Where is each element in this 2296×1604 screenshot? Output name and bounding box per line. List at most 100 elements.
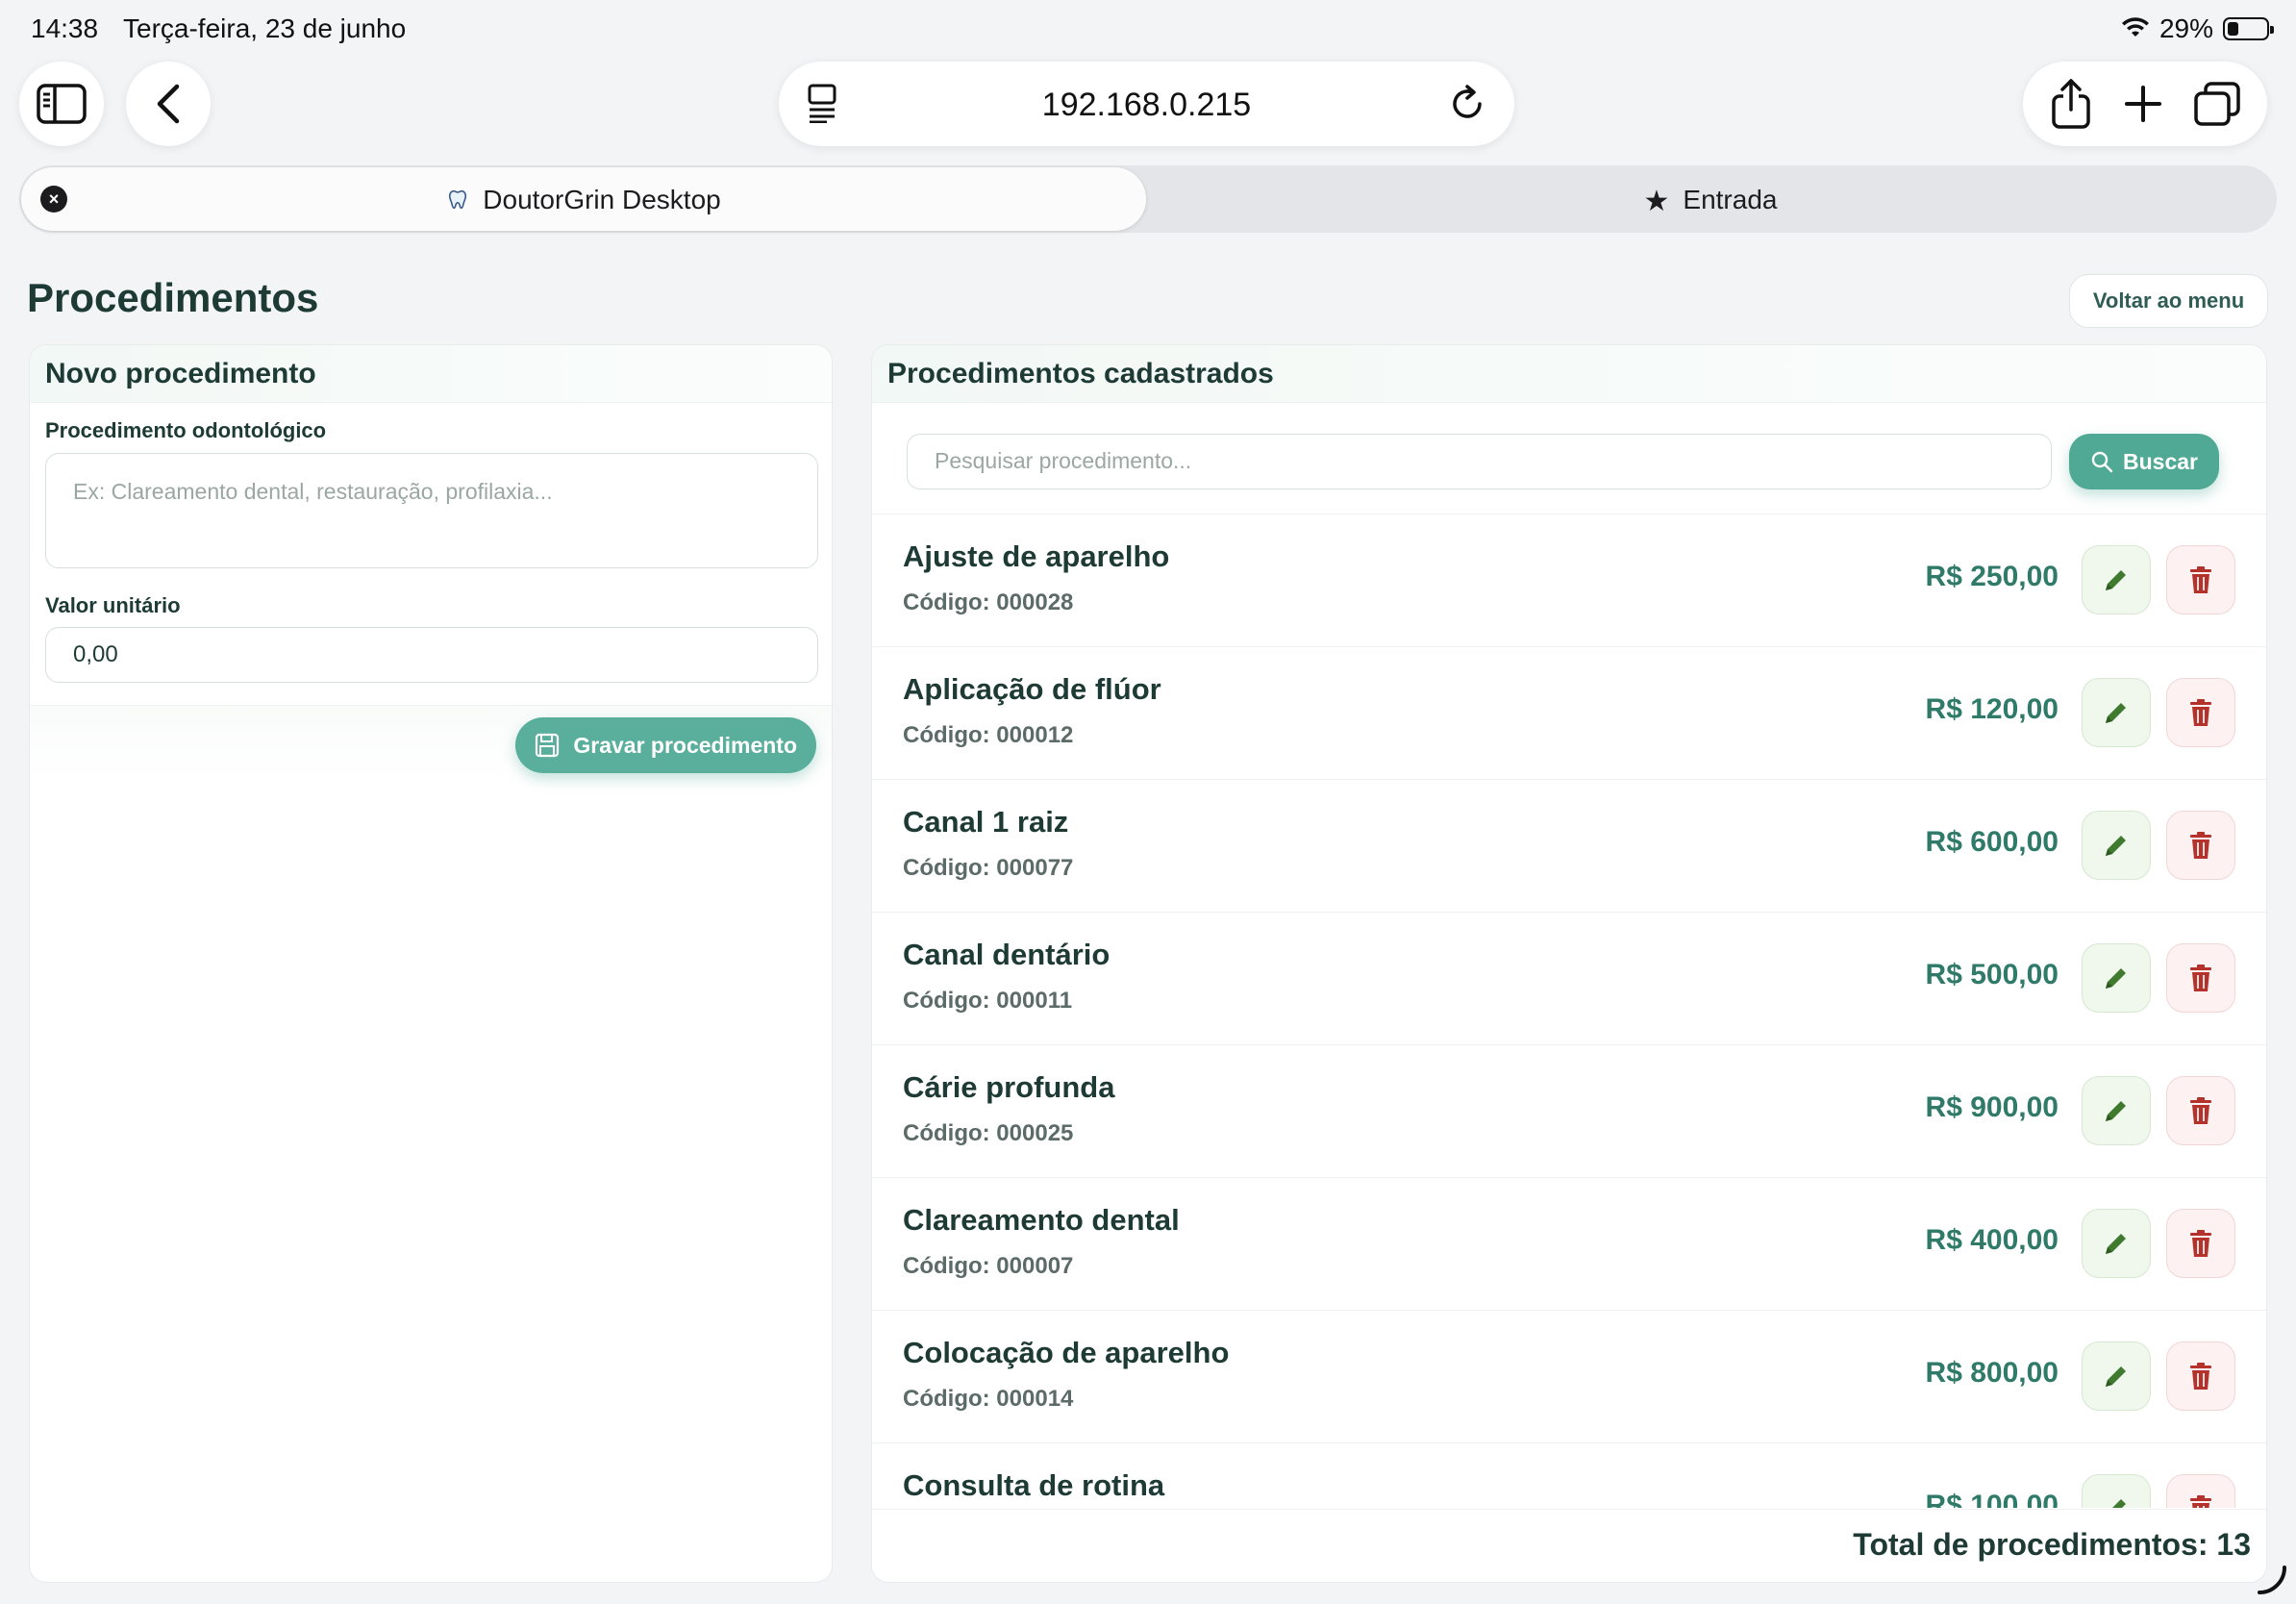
trash-icon (2190, 1230, 2211, 1257)
procedure-name: Clareamento dental (903, 1203, 1180, 1237)
search-row: Pesquisar procedimento... Buscar (872, 405, 2266, 514)
pencil-icon (2106, 1234, 2126, 1254)
delete-button[interactable] (2166, 678, 2235, 747)
procedure-row: Colocação de aparelho Código: 000014 R$ 80… (872, 1311, 2266, 1443)
value-label: Valor unitário (45, 593, 181, 617)
plus-icon[interactable] (2124, 85, 2162, 123)
procedure-name: Aplicação de flúor (903, 672, 1161, 706)
sidebar-button[interactable] (19, 62, 104, 146)
floppy-icon (536, 733, 560, 758)
procedure-price: R$ 600,00 (1925, 826, 2059, 858)
edit-button[interactable] (2082, 1474, 2151, 1508)
url-text: 192.168.0.215 (1041, 87, 1252, 123)
card-header: Novo procedimento (30, 345, 832, 403)
procedure-label: Procedimento odontológico (45, 418, 327, 442)
search-label: Buscar (2123, 448, 2198, 474)
delete-button[interactable] (2166, 1076, 2235, 1145)
save-label: Gravar procedimento (573, 732, 797, 758)
procedure-price: R$ 250,00 (1925, 561, 2059, 592)
tabs-icon[interactable] (2193, 82, 2240, 126)
battery-percent: 29% (2159, 13, 2213, 43)
trash-icon (2190, 832, 2211, 859)
back-button[interactable] (126, 62, 211, 146)
browser-actions (2023, 62, 2267, 146)
tooth-favicon-icon (449, 189, 467, 210)
trash-icon (2190, 1495, 2211, 1508)
form-footer: Gravar procedimento (30, 705, 832, 782)
procedure-row: Canal 1 raiz Código: 000077 R$ 600,00 (872, 780, 2266, 913)
pencil-icon (2106, 570, 2126, 590)
procedure-name: Colocação de aparelho (903, 1336, 1230, 1369)
procedure-row: Aplicação de flúor Código: 000012 R$ 120,0… (872, 647, 2266, 780)
procedure-price: R$ 100,00 (1925, 1490, 2059, 1508)
procedures-list-card: Procedimentos cadastrados Pesquisar proc… (871, 344, 2267, 1583)
reload-icon[interactable] (1449, 83, 1487, 128)
procedure-name: Canal dentário (903, 938, 1111, 971)
procedure-price: R$ 800,00 (1925, 1357, 2059, 1389)
pencil-icon (2106, 836, 2126, 856)
chevron-left-icon (157, 84, 180, 124)
procedure-price: R$ 900,00 (1925, 1091, 2059, 1123)
save-procedure-button[interactable]: Gravar procedimento (515, 717, 816, 773)
delete-button[interactable] (2166, 545, 2235, 614)
share-icon[interactable] (2050, 79, 2092, 129)
procedure-row: Cárie profunda Código: 000025 R$ 900,00 (872, 1045, 2266, 1178)
edit-button[interactable] (2082, 1209, 2151, 1278)
status-bar: 14:38 Terça-feira, 23 de junho 29% (0, 0, 2296, 60)
delete-button[interactable] (2166, 811, 2235, 880)
tab-entrada[interactable]: ★ Entrada (1146, 167, 2275, 231)
status-date: Terça-feira, 23 de junho (123, 13, 407, 43)
status-indicators: 29% (2121, 13, 2274, 44)
procedure-name: Cárie profunda (903, 1070, 1115, 1104)
new-procedure-card: Novo procedimento Procedimento odontológ… (29, 344, 833, 1583)
procedure-row: Consulta de rotina R$ 100,00 (872, 1443, 2266, 1508)
delete-button[interactable] (2166, 943, 2235, 1013)
card-header: Procedimentos cadastrados (872, 345, 2266, 403)
delete-button[interactable] (2166, 1341, 2235, 1411)
total-count: Total de procedimentos: 13 (872, 1509, 2266, 1582)
page-title: Procedimentos (27, 275, 319, 320)
procedure-price: R$ 400,00 (1925, 1224, 2059, 1256)
value-input[interactable]: 0,00 (45, 627, 818, 683)
tab-doutorgrin[interactable]: × DoutorGrin Desktop (21, 167, 1146, 231)
procedure-name: Canal 1 raiz (903, 805, 1069, 839)
pencil-icon (2112, 1499, 2126, 1508)
procedure-name: Ajuste de aparelho (903, 539, 1170, 573)
status-time: 14:38 (31, 13, 99, 43)
edit-button[interactable] (2082, 943, 2151, 1013)
edit-button[interactable] (2082, 545, 2151, 614)
edit-button[interactable] (2082, 678, 2151, 747)
procedure-code: Código: 000077 (903, 855, 1074, 881)
procedure-code: Código: 000014 (903, 1386, 1074, 1412)
procedures-list: Ajuste de aparelho Código: 000028 R$ 250,0… (872, 514, 2266, 1508)
address-bar[interactable]: 192.168.0.215 (779, 62, 1514, 146)
delete-button[interactable] (2166, 1474, 2235, 1508)
tab-title: DoutorGrin Desktop (483, 185, 721, 214)
resize-handle-icon[interactable] (2254, 1564, 2288, 1598)
trash-icon (2190, 1363, 2211, 1390)
procedure-row: Clareamento dental Código: 000007 R$ 400,0… (872, 1178, 2266, 1311)
edit-button[interactable] (2082, 1076, 2151, 1145)
back-to-menu-button[interactable]: Voltar ao menu (2069, 274, 2268, 328)
star-icon: ★ (1643, 186, 1670, 217)
delete-button[interactable] (2166, 1209, 2235, 1278)
search-input[interactable]: Pesquisar procedimento... (907, 434, 2052, 489)
tab-strip: × DoutorGrin Desktop ★ Entrada (19, 165, 2277, 233)
pencil-icon (2106, 1101, 2126, 1121)
trash-icon (2190, 965, 2211, 991)
procedure-code: Código: 000011 (903, 988, 1073, 1014)
pencil-icon (2106, 968, 2126, 989)
trash-icon (2190, 566, 2211, 593)
edit-button[interactable] (2082, 811, 2151, 880)
procedure-price: R$ 500,00 (1925, 959, 2059, 990)
procedure-input[interactable]: Ex: Clareamento dental, restauração, pro… (45, 453, 818, 568)
search-button[interactable]: Buscar (2069, 434, 2219, 489)
battery-icon (2223, 17, 2274, 40)
trash-icon (2190, 699, 2211, 726)
wifi-icon (2121, 17, 2149, 37)
trash-icon (2190, 1097, 2211, 1124)
edit-button[interactable] (2082, 1341, 2151, 1411)
tab-title: Entrada (1683, 185, 1778, 214)
procedure-row: Canal dentário Código: 000011 R$ 500,00 (872, 913, 2266, 1045)
procedure-name: Consulta de rotina (903, 1468, 1165, 1502)
